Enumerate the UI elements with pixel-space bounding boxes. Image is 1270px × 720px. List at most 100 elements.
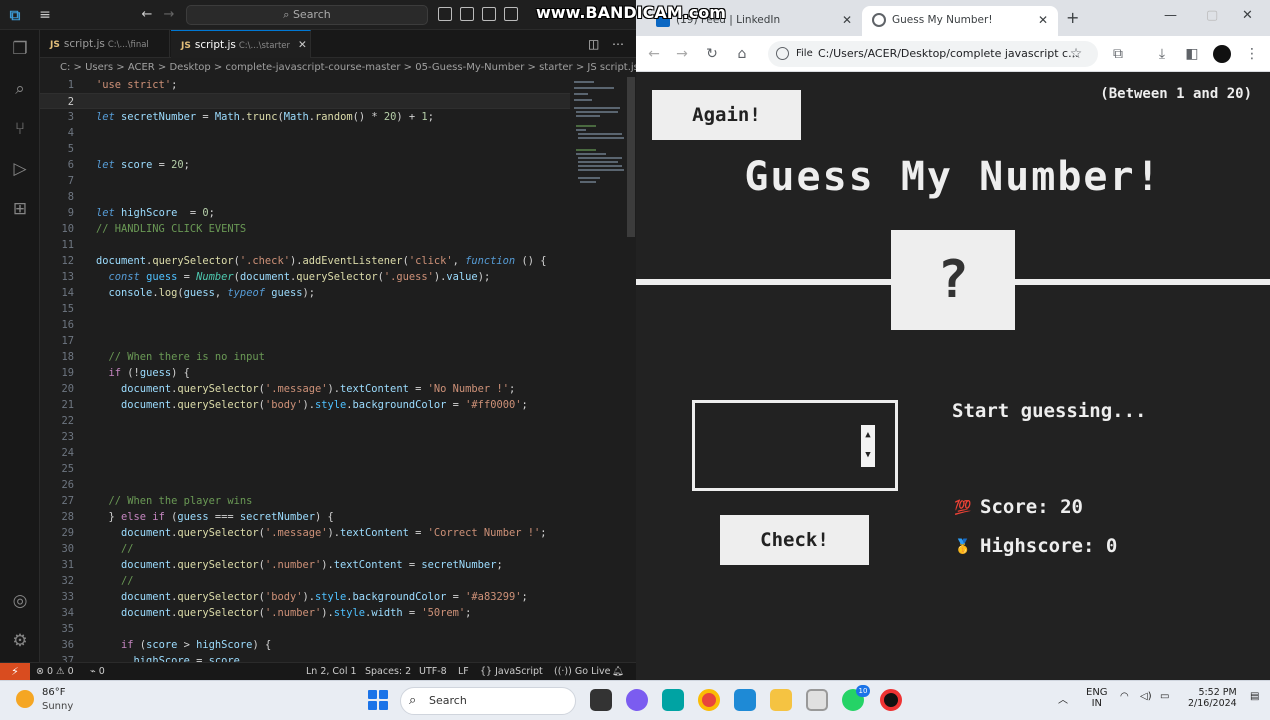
vscode-window: ⧉ ≡ ← → ⌕ Search ❐ ⌕ ⑂ ▷ ⊞ ◎ ⚙ JS script.…	[0, 0, 636, 681]
code-line: 5	[67, 143, 74, 155]
info-icon[interactable]	[776, 47, 789, 60]
weather-condition[interactable]: Sunny	[42, 701, 73, 712]
notepad-icon[interactable]	[806, 689, 828, 711]
tab-script-final[interactable]: JS script.js C:\...\final	[40, 30, 170, 58]
layout-secondary-icon[interactable]	[482, 7, 496, 21]
ports-indicator[interactable]: ⌁ 0	[90, 663, 105, 680]
side-panel-icon[interactable]: ◧	[1182, 44, 1202, 64]
tab-script-starter[interactable]: JS script.js C:\...\starter ✕	[171, 30, 311, 58]
teams-chat-icon[interactable]	[626, 689, 648, 711]
again-button[interactable]: Again!	[652, 90, 801, 140]
clock[interactable]: 5:52 PM 2/16/2024	[1188, 687, 1237, 709]
cursor-position[interactable]: Ln 2, Col 1	[306, 663, 357, 680]
volume-icon[interactable]: ◁)	[1140, 691, 1152, 702]
notifications-bell-icon[interactable]: 🔔︎	[612, 663, 624, 680]
remote-icon[interactable]: ⚡	[0, 663, 30, 681]
minimize-icon[interactable]: —	[1164, 8, 1177, 23]
back-icon[interactable]: ←	[644, 44, 664, 64]
highscore-label: Highscore:	[980, 535, 1095, 557]
download-icon[interactable]: ⤓	[1152, 44, 1172, 64]
profile-avatar[interactable]	[1213, 45, 1231, 63]
highscore-value: 0	[1105, 535, 1118, 557]
show-hidden-icons-icon[interactable]: ︿	[1058, 691, 1068, 706]
code-line: 23	[61, 431, 74, 443]
home-icon[interactable]: ⌂	[732, 44, 752, 64]
code-line: 7	[67, 175, 74, 187]
code-line: 12 document.querySelector('.check').addEv…	[61, 255, 547, 267]
breadcrumb[interactable]: C: > Users > ACER > Desktop > complete-j…	[40, 59, 636, 77]
layout-sidebar-icon[interactable]	[460, 7, 474, 21]
url-text: C:/Users/ACER/Desktop/complete javascrip…	[818, 47, 1079, 60]
reload-icon[interactable]: ↻	[702, 44, 722, 64]
command-search-label: Search	[292, 8, 331, 21]
close-tab-icon[interactable]: ✕	[842, 6, 852, 34]
code-line: 11	[61, 239, 74, 251]
encoding[interactable]: UTF-8	[419, 663, 447, 680]
maximize-icon[interactable]: ▢	[1206, 8, 1218, 23]
more-actions-icon[interactable]: ⋯	[612, 37, 624, 51]
back-arrow-icon[interactable]: ←	[138, 6, 156, 24]
code-line: 3 let secretNumber = Math.trunc(Math.rand…	[67, 111, 434, 123]
indentation[interactable]: Spaces: 2	[365, 663, 411, 680]
go-live-button[interactable]: ((·)) Go Live	[554, 663, 610, 680]
check-button[interactable]: Check!	[720, 515, 869, 565]
problems-indicator[interactable]: ⊗ 0 ⚠ 0	[36, 663, 74, 680]
layout-panel-icon[interactable]	[438, 7, 452, 21]
minimap[interactable]	[570, 77, 626, 662]
tab-path: C:\...\starter	[238, 41, 290, 51]
explorer-icon[interactable]: ❐	[9, 38, 31, 60]
language-mode[interactable]: {} JavaScript	[480, 663, 543, 680]
sun-icon[interactable]	[16, 690, 34, 708]
code-line: 10// HANDLING CLICK EVENTS	[61, 223, 247, 235]
code-line: 31 document.querySelector('.number').tex…	[61, 559, 503, 571]
scrollbar-thumb[interactable]	[627, 77, 635, 237]
notifications-icon[interactable]: ▤	[1250, 691, 1259, 702]
vscode-taskbar-icon[interactable]	[734, 689, 756, 711]
arduino-icon[interactable]	[662, 689, 684, 711]
status-bar: ⚡ ⊗ 0 ⚠ 0 ⌁ 0 Ln 2, Col 1 Spaces: 2 UTF-…	[0, 662, 636, 681]
number-spinner[interactable]: ▲ ▼	[861, 425, 875, 467]
battery-icon[interactable]: ▭	[1160, 691, 1169, 702]
close-tab-icon[interactable]: ✕	[1038, 6, 1048, 34]
wifi-icon[interactable]: ◠	[1120, 691, 1129, 702]
code-editor[interactable]: 1'use strict'; 2 3 let secretNumber = Mat…	[40, 77, 570, 662]
bandicam-record-icon[interactable]	[880, 689, 902, 711]
close-window-icon[interactable]: ✕	[1242, 8, 1253, 23]
extensions-icon[interactable]: ⊞	[9, 198, 31, 220]
weather-temperature[interactable]: 86°F	[42, 687, 65, 698]
file-explorer-icon[interactable]	[770, 689, 792, 711]
code-line: 24	[61, 447, 74, 459]
menu-icon[interactable]: ≡	[36, 6, 54, 24]
forward-icon[interactable]: →	[672, 44, 692, 64]
end-of-line[interactable]: LF	[458, 663, 469, 680]
message-text: Start guessing...	[952, 400, 1147, 422]
address-bar[interactable]: File C:/Users/ACER/Desktop/complete java…	[768, 41, 1098, 67]
run-debug-icon[interactable]: ▷	[9, 158, 31, 180]
bookmark-star-icon[interactable]: ☆	[1066, 44, 1086, 64]
task-view-icon[interactable]	[590, 689, 612, 711]
command-search-input[interactable]: ⌕ Search	[186, 5, 428, 25]
more-menu-icon[interactable]: ⋮	[1242, 44, 1262, 64]
layout-custom-icon[interactable]	[504, 7, 518, 21]
windows-start-icon[interactable]	[368, 690, 388, 710]
code-line: 20 document.querySelector('.message').te…	[61, 383, 516, 395]
settings-gear-icon[interactable]: ⚙	[9, 630, 31, 652]
tab-guess-my-number[interactable]: Guess My Number! ✕	[862, 6, 1058, 36]
extensions-puzzle-icon[interactable]: ⧉	[1108, 44, 1128, 64]
code-line: 16	[61, 319, 74, 331]
close-icon[interactable]: ✕	[298, 39, 307, 51]
split-editor-icon[interactable]: ◫	[588, 37, 599, 51]
language-indicator[interactable]: ENG IN	[1086, 687, 1108, 709]
forward-arrow-icon[interactable]: →	[160, 6, 178, 24]
medal-icon: 🥇	[954, 538, 972, 555]
score-value: 20	[1060, 496, 1083, 518]
chrome-icon[interactable]	[698, 689, 720, 711]
search-icon[interactable]: ⌕	[9, 78, 31, 100]
taskbar-search[interactable]: ⌕ Search	[400, 687, 576, 715]
source-control-icon[interactable]: ⑂	[9, 118, 31, 140]
editor-scrollbar[interactable]	[626, 77, 636, 662]
new-tab-icon[interactable]: +	[1066, 8, 1079, 27]
guess-input[interactable]: ▲ ▼	[692, 400, 898, 491]
range-hint: (Between 1 and 20)	[1100, 86, 1252, 102]
account-icon[interactable]: ◎	[9, 590, 31, 612]
